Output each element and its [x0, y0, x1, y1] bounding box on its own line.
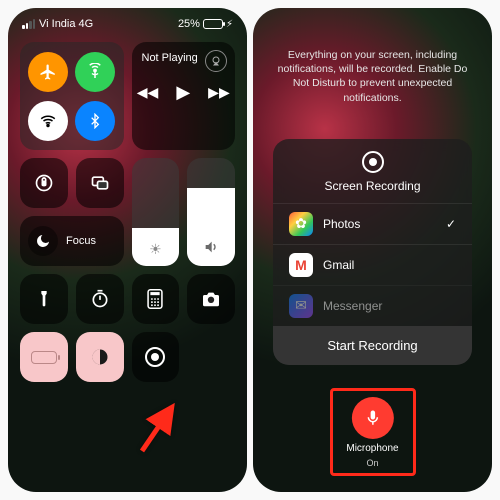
battery-icon — [203, 19, 223, 29]
microphone-label: Microphone — [346, 443, 398, 454]
antenna-icon — [86, 63, 104, 81]
screen-recording-sheet: Screen Recording ✿ Photos ✓ M Gmail ✉ Me… — [273, 139, 472, 365]
battery-icon — [31, 351, 57, 364]
brightness-slider[interactable]: ☀︎ — [132, 158, 180, 266]
app-option-messenger[interactable]: ✉ Messenger — [273, 285, 472, 320]
start-recording-button[interactable]: Start Recording — [273, 326, 472, 365]
bluetooth-icon — [87, 113, 103, 129]
timer-toggle[interactable] — [76, 274, 124, 324]
annotation-arrow — [136, 395, 186, 460]
app-label: Photos — [323, 217, 360, 231]
battery-percent: 25% — [178, 18, 200, 30]
microphone-toggle[interactable]: Microphone On — [346, 397, 398, 468]
recording-notice: Everything on your screen, including not… — [253, 8, 492, 115]
wifi-toggle[interactable] — [28, 101, 68, 141]
messenger-app-icon: ✉ — [289, 294, 313, 318]
calculator-icon — [146, 289, 164, 309]
gmail-app-icon: M — [289, 253, 313, 277]
screen-recording-sheet-screen: Everything on your screen, including not… — [253, 8, 492, 492]
record-icon — [145, 347, 165, 367]
screen-mirroring-toggle[interactable] — [76, 158, 124, 208]
bluetooth-toggle[interactable] — [75, 101, 115, 141]
connectivity-tile[interactable] — [20, 42, 124, 150]
mirroring-icon — [90, 173, 110, 193]
focus-label: Focus — [66, 235, 96, 247]
checkmark-icon: ✓ — [446, 217, 456, 231]
low-power-toggle[interactable] — [20, 332, 68, 382]
volume-icon — [203, 239, 219, 258]
orientation-lock-toggle[interactable] — [20, 158, 68, 208]
play-icon[interactable]: ▶ — [176, 82, 190, 103]
dark-mode-icon — [90, 347, 110, 367]
moon-icon — [28, 226, 58, 256]
media-tile[interactable]: Not Playing ◀◀ ▶ ▶▶ — [132, 42, 236, 150]
airplay-icon[interactable] — [205, 50, 227, 72]
brightness-icon: ☀︎ — [149, 241, 162, 258]
camera-button[interactable] — [187, 274, 235, 324]
timer-icon — [90, 289, 110, 309]
wifi-icon — [39, 112, 57, 130]
record-icon — [362, 151, 384, 173]
camera-icon — [201, 291, 221, 307]
app-option-gmail[interactable]: M Gmail — [273, 244, 472, 285]
app-label: Messenger — [323, 299, 382, 313]
calculator-button[interactable] — [132, 274, 180, 324]
flashlight-icon — [36, 289, 52, 309]
airplane-toggle[interactable] — [28, 52, 68, 92]
carrier-label: Vi India 4G — [39, 18, 93, 30]
airplane-icon — [39, 63, 57, 81]
screen-record-toggle[interactable] — [132, 332, 180, 382]
media-title: Not Playing — [142, 52, 198, 64]
volume-slider[interactable] — [187, 158, 235, 266]
prev-track-icon[interactable]: ◀◀ — [137, 84, 159, 101]
flashlight-toggle[interactable] — [20, 274, 68, 324]
photos-app-icon: ✿ — [289, 212, 313, 236]
control-center-screen: Vi India 4G 25% ⚡︎ Not — [8, 8, 247, 492]
app-option-photos[interactable]: ✿ Photos ✓ — [273, 203, 472, 244]
microphone-state: On — [366, 458, 378, 468]
cellular-toggle[interactable] — [75, 52, 115, 92]
lock-rotation-icon — [34, 173, 54, 193]
charging-icon: ⚡︎ — [226, 19, 233, 30]
signal-bars-icon — [22, 19, 35, 29]
dark-mode-toggle[interactable] — [76, 332, 124, 382]
next-track-icon[interactable]: ▶▶ — [208, 84, 230, 101]
app-label: Gmail — [323, 258, 354, 272]
status-bar: Vi India 4G 25% ⚡︎ — [8, 8, 247, 34]
control-center-grid: Not Playing ◀◀ ▶ ▶▶ ☀︎ Focus — [8, 34, 247, 390]
microphone-icon — [351, 397, 393, 439]
sheet-title: Screen Recording — [324, 179, 420, 193]
focus-toggle[interactable]: Focus — [20, 216, 124, 266]
